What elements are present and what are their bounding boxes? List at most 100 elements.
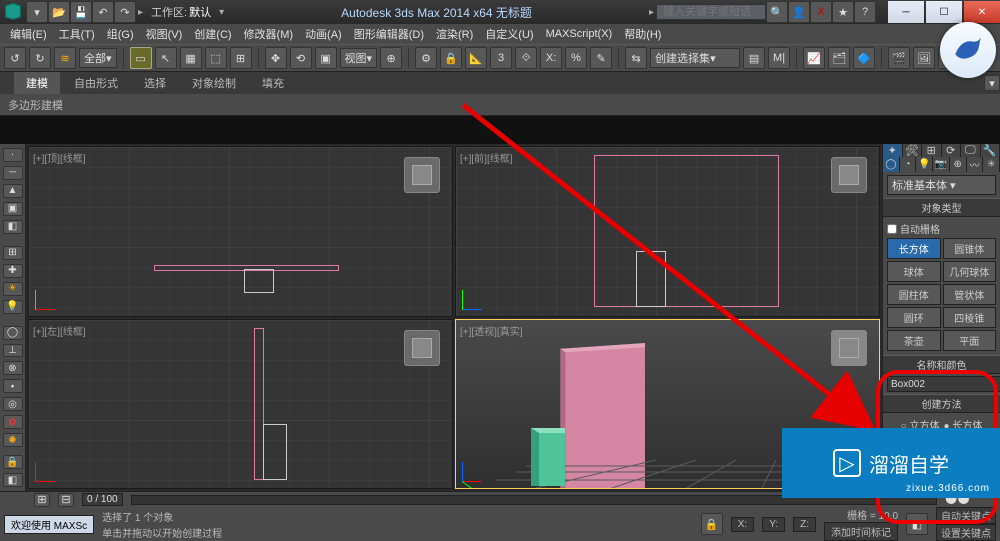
select-link-icon[interactable]: ↺	[4, 47, 26, 69]
viewcube-icon[interactable]	[404, 330, 440, 366]
editor-icon[interactable]: ✎	[590, 47, 612, 69]
time-config2-icon[interactable]: ⊟	[58, 493, 74, 507]
pct-snap-icon[interactable]: 3	[490, 47, 512, 69]
tab-populate[interactable]: 填充	[250, 72, 296, 94]
align-icon[interactable]: ▤	[743, 47, 765, 69]
named-selset-combo[interactable]: 创建选择集 ▾	[650, 48, 740, 68]
prim-box-button[interactable]: 长方体	[887, 238, 941, 259]
quick-redo-icon[interactable]: ↷	[114, 1, 136, 23]
element-icon[interactable]: ◧	[3, 220, 23, 234]
snap-x-icon[interactable]: X:	[540, 47, 562, 69]
bulb-icon[interactable]: 💡	[3, 300, 23, 314]
coord-x[interactable]: X:	[731, 517, 754, 532]
prim-torus-button[interactable]: 圆环	[887, 307, 941, 328]
ribbon-subpanel-label[interactable]: 多边形建模	[8, 97, 63, 113]
exchange-icon[interactable]: X	[810, 1, 832, 23]
menu-grapheditors[interactable]: 图形编辑器(D)	[348, 26, 430, 42]
rollout-objecttype[interactable]: 对象类型	[883, 198, 1000, 217]
menu-animation[interactable]: 动画(A)	[299, 26, 348, 42]
lock-icon[interactable]: 🔒	[701, 513, 723, 535]
tab-objectpaint[interactable]: 对象绘制	[180, 72, 248, 94]
window-crossing-icon[interactable]: ⊞	[230, 47, 252, 69]
bind-icon[interactable]: ≋	[54, 47, 76, 69]
poly-icon[interactable]: ▣	[3, 202, 23, 216]
render-setup-icon[interactable]: 🎬	[888, 47, 910, 69]
menu-modifiers[interactable]: 修改器(M)	[238, 26, 300, 42]
quick-undo-icon[interactable]: ↶	[92, 1, 114, 23]
viewcube-icon[interactable]	[831, 157, 867, 193]
layers-icon[interactable]: M|	[768, 47, 790, 69]
coord-z[interactable]: Z:	[793, 517, 816, 532]
quick-open-icon[interactable]: 📂	[48, 1, 70, 23]
autogrid-checkbox[interactable]: 自动栅格	[887, 221, 996, 236]
cat-helpers-icon[interactable]: ⊕	[950, 157, 967, 172]
cmdtab-display-icon[interactable]: 🖵	[961, 144, 981, 157]
cmdtab-hierarchy-icon[interactable]: ⊞	[922, 144, 942, 157]
rotate-icon[interactable]: ⟲	[290, 47, 312, 69]
cmdtab-create-icon[interactable]: ✦	[883, 144, 903, 157]
unlink-icon[interactable]: ↻	[29, 47, 51, 69]
cmdtab-utilities-icon[interactable]: 🔧	[981, 144, 1000, 157]
menu-maxscript[interactable]: MAXScript(X)	[540, 28, 619, 40]
maximize-button[interactable]: ☐	[926, 1, 962, 23]
viewcube-icon[interactable]	[404, 157, 440, 193]
tab-selection[interactable]: 选择	[132, 72, 178, 94]
search-icon[interactable]: 🔍	[766, 1, 788, 23]
cat-systems-icon[interactable]: ✳	[983, 157, 1000, 172]
star-icon[interactable]: ★	[832, 1, 854, 23]
face-icon[interactable]: ▲	[3, 184, 23, 198]
menu-group[interactable]: 组(G)	[101, 26, 140, 42]
select-icon[interactable]: ▭	[130, 47, 152, 69]
ribbon-min-icon[interactable]: ▾	[984, 75, 1000, 91]
select-rect-icon[interactable]: ⬚	[205, 47, 227, 69]
help-search-input[interactable]	[656, 4, 766, 20]
cat-shapes-icon[interactable]: ◔	[900, 157, 917, 172]
snap-pct-icon[interactable]: %	[565, 47, 587, 69]
cat-geometry-icon[interactable]: ◯	[883, 157, 900, 172]
minimize-button[interactable]: ─	[888, 1, 924, 23]
signin-icon[interactable]: 👤	[788, 1, 810, 23]
isolate-icon[interactable]: ◧	[906, 513, 928, 535]
prim-teapot-button[interactable]: 茶壶	[887, 330, 941, 351]
axis-icon[interactable]: ⊥	[3, 344, 23, 358]
prim-plane-button[interactable]: 平面	[943, 330, 997, 351]
sphere-icon[interactable]: ◯	[3, 326, 23, 340]
prim-pyramid-button[interactable]: 四棱锥	[943, 307, 997, 328]
angle-snap-icon[interactable]: 📐	[465, 47, 487, 69]
select-name-icon[interactable]: ▦	[180, 47, 202, 69]
torus-icon[interactable]: ◎	[3, 397, 23, 411]
spinner-snap-icon[interactable]: ⟐	[515, 47, 537, 69]
viewport-top[interactable]: [+][顶][线框]	[28, 146, 453, 317]
light-icon[interactable]: ☀	[3, 282, 23, 296]
menu-rendering[interactable]: 渲染(R)	[430, 26, 479, 42]
refcoord-combo[interactable]: 视图 ▾	[340, 48, 378, 68]
manipulate-icon[interactable]: ⚙	[415, 47, 437, 69]
time-config-icon[interactable]: ⊞	[34, 493, 50, 507]
menu-view[interactable]: 视图(V)	[140, 26, 189, 42]
menu-edit[interactable]: 编辑(E)	[4, 26, 53, 42]
help-icon[interactable]: ?	[854, 1, 876, 23]
wire-icon[interactable]: ✚	[3, 264, 23, 278]
menu-customize[interactable]: 自定义(U)	[479, 26, 539, 42]
viewport-left-label[interactable]: [+][左][线框]	[33, 323, 86, 338]
add-time-tag[interactable]: 添加时间标记	[824, 522, 898, 541]
mirror-icon[interactable]: ⇆	[625, 47, 647, 69]
setkey-button[interactable]: 设置关键点	[936, 524, 996, 541]
tab-modeling[interactable]: 建模	[14, 72, 60, 94]
select-object-icon[interactable]: ↖	[155, 47, 177, 69]
menu-tools[interactable]: 工具(T)	[53, 26, 101, 42]
unknown-icon[interactable]: ◧	[3, 473, 23, 487]
cat-cameras-icon[interactable]: 📷	[933, 157, 950, 172]
scale-icon[interactable]: ▣	[315, 47, 337, 69]
object-name-input[interactable]	[887, 376, 1000, 392]
quick-save-icon[interactable]: 💾	[70, 1, 92, 23]
cat-space-icon[interactable]: 〰	[967, 157, 984, 172]
prim-tube-button[interactable]: 管状体	[943, 284, 997, 305]
close-button[interactable]: ✕	[964, 1, 1000, 23]
pivot-icon[interactable]: ⊕	[380, 47, 402, 69]
viewport-front[interactable]: [+][前][线框]	[455, 146, 880, 317]
coord-y[interactable]: Y:	[762, 517, 785, 532]
category-combo[interactable]: 标准基本体 ▾	[887, 175, 996, 195]
move-icon[interactable]: ✥	[265, 47, 287, 69]
burst-icon[interactable]: ✺	[3, 433, 23, 447]
